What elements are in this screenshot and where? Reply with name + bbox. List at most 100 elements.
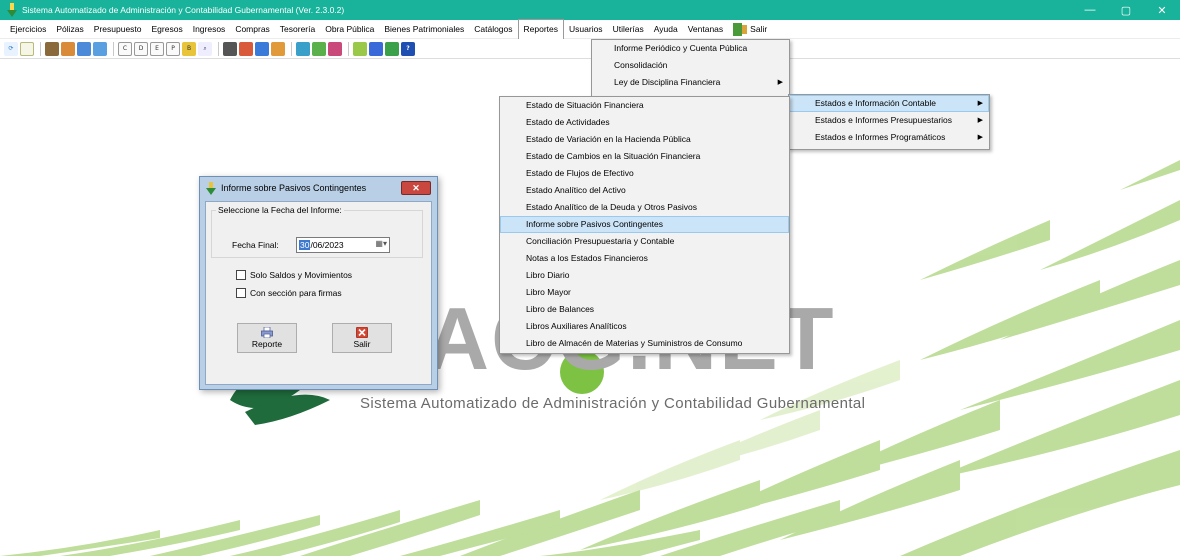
menu-presupuesto[interactable]: Presupuesto — [89, 20, 147, 39]
menu-item-label: Estado Analítico de la Deuda y Otros Pas… — [526, 202, 698, 212]
menu-item-notas[interactable]: Notas a los Estados Financieros — [500, 250, 789, 267]
checkbox-box[interactable] — [236, 288, 246, 298]
toolbar-separator — [40, 41, 41, 56]
menu-item-libro-diario[interactable]: Libro Diario — [500, 267, 789, 284]
calculator-icon[interactable] — [223, 41, 237, 56]
close-icon: ✕ — [412, 182, 420, 193]
menu-item-label: Libro Mayor — [526, 287, 571, 297]
menu-utilerias[interactable]: Utilerías — [608, 20, 649, 39]
maximize-button[interactable]: ▢ — [1108, 0, 1144, 20]
menu-item-label: Libro Diario — [526, 270, 570, 280]
menu-reportes[interactable]: Reportes — [517, 19, 565, 39]
box-icon[interactable] — [271, 41, 285, 56]
app-icon — [7, 3, 17, 17]
date-day-segment: 30 — [299, 240, 311, 250]
menu-item-ley-disciplina[interactable]: Ley de Disciplina Financiera ▶ — [592, 74, 789, 91]
save-icon[interactable] — [385, 41, 399, 56]
menu-ayuda[interactable]: Ayuda — [649, 20, 683, 39]
menu-egresos[interactable]: Egresos — [147, 20, 188, 39]
menu-item-situacion-financiera[interactable]: Estado de Situación Financiera — [500, 97, 789, 114]
calendar-dropdown-icon[interactable]: ▦▾ — [375, 239, 387, 248]
menu-catalogos[interactable]: Catálogos — [469, 20, 517, 39]
close-button[interactable]: ✕ — [1144, 0, 1180, 20]
form-b-icon[interactable]: B — [182, 41, 196, 56]
settings-icon[interactable] — [312, 41, 326, 56]
form-c-icon[interactable]: C — [118, 41, 132, 56]
search-icon[interactable]: ⌕ — [198, 41, 212, 56]
tools-icon[interactable] — [61, 41, 75, 56]
menu-item-label: Estados e Informes Programáticos — [815, 132, 946, 142]
menu-item-label: Estado de Cambios en la Situación Financ… — [526, 151, 701, 161]
menu-salir[interactable]: Salir — [728, 20, 772, 39]
menu-item-analitico-deuda[interactable]: Estado Analítico de la Deuda y Otros Pas… — [500, 199, 789, 216]
menu-item-estados-presupuestarios[interactable]: Estados e Informes Presupuestarios ▶ — [789, 112, 989, 129]
pencil-icon[interactable] — [239, 41, 253, 56]
menu-item-analitico-activo[interactable]: Estado Analítico del Activo — [500, 182, 789, 199]
help-icon[interactable]: ? — [401, 41, 415, 56]
exit-door-icon — [733, 22, 748, 36]
menu-usuarios[interactable]: Usuarios — [564, 20, 608, 39]
menu-ingresos[interactable]: Ingresos — [188, 20, 231, 39]
checkbox-saldos-label: Solo Saldos y Movimientos — [250, 270, 353, 280]
menu-tesoreria[interactable]: Tesorería — [275, 20, 320, 39]
people-icon[interactable] — [255, 41, 269, 56]
menu-item-cambios-situacion[interactable]: Estado de Cambios en la Situación Financ… — [500, 148, 789, 165]
menu-item-label: Estado de Flujos de Efectivo — [526, 168, 634, 178]
menu-item-consolidacion[interactable]: Consolidación — [592, 57, 789, 74]
menu-obra-publica[interactable]: Obra Pública — [320, 20, 379, 39]
menu-item-label: Libros Auxiliares Analíticos — [526, 321, 627, 331]
menu-item-conciliacion[interactable]: Conciliación Presupuestaria y Contable — [500, 233, 789, 250]
menu-polizas[interactable]: Pólizas — [51, 20, 88, 39]
checkbox-firmas[interactable]: Con sección para firmas — [236, 288, 342, 298]
menu-item-libro-almacen[interactable]: Libro de Almacén de Materias y Suministr… — [500, 335, 789, 352]
fecha-final-picker[interactable]: 30/06/2023 ▦▾ — [296, 237, 390, 253]
pasivos-contingentes-dialog: Informe sobre Pasivos Contingentes ✕ Sel… — [199, 176, 438, 390]
toolbar: ⟳ C D E P B ⌕ ? — [0, 39, 1180, 59]
menu-item-estados-programaticos[interactable]: Estados e Informes Programáticos ▶ — [789, 129, 989, 146]
menu-item-label: Estados e Información Contable — [815, 98, 936, 108]
menu-item-libro-mayor[interactable]: Libro Mayor — [500, 284, 789, 301]
menu-item-label: Estado de Actividades — [526, 117, 610, 127]
checkbox-saldos[interactable]: Solo Saldos y Movimientos — [236, 270, 352, 280]
date-group: Seleccione la Fecha del Informe: Fecha F… — [211, 205, 423, 258]
menu-ejercicios[interactable]: Ejercicios — [5, 20, 51, 39]
minimize-button[interactable]: — — [1072, 0, 1108, 20]
users-icon[interactable] — [328, 41, 342, 56]
form-p-icon[interactable]: P — [166, 41, 180, 56]
refresh-icon[interactable]: ⟳ — [4, 41, 18, 56]
menu-item-variacion-hacienda[interactable]: Estado de Variación en la Hacienda Públi… — [500, 131, 789, 148]
reporte-button[interactable]: Reporte — [237, 323, 297, 353]
dialog-close-button[interactable]: ✕ — [401, 181, 431, 195]
menu-item-libros-auxiliares[interactable]: Libros Auxiliares Analíticos — [500, 318, 789, 335]
menu-item-libro-balances[interactable]: Libro de Balances — [500, 301, 789, 318]
form-e-icon[interactable]: E — [150, 41, 164, 56]
menu-item-estados-contable[interactable]: Estados e Información Contable ▶ — [789, 95, 989, 112]
cart-icon[interactable] — [77, 41, 91, 56]
chevron-right-icon: ▶ — [977, 134, 983, 141]
menu-bar: Ejercicios Pólizas Presupuesto Egresos I… — [0, 19, 1180, 39]
menu-item-pasivos-contingentes[interactable]: Informe sobre Pasivos Contingentes — [500, 216, 789, 233]
contable-submenu: Estado de Situación Financiera Estado de… — [499, 96, 790, 354]
printer-icon — [261, 327, 273, 338]
reporte-button-label: Reporte — [251, 339, 283, 349]
document-icon[interactable] — [20, 41, 34, 56]
chart-icon[interactable] — [93, 41, 107, 56]
salir-button[interactable]: Salir — [332, 323, 392, 353]
report-icon[interactable] — [296, 41, 310, 56]
form-d-icon[interactable]: D — [134, 41, 148, 56]
chevron-right-icon: ▶ — [777, 79, 783, 86]
menu-compras[interactable]: Compras — [230, 20, 274, 39]
menu-item-informe-periodico[interactable]: Informe Periódico y Cuenta Pública — [592, 40, 789, 57]
menu-item-flujos-efectivo[interactable]: Estado de Flujos de Efectivo — [500, 165, 789, 182]
checkbox-box[interactable] — [236, 270, 246, 280]
date-rest-segment: /06/2023 — [310, 240, 344, 250]
network-icon[interactable] — [369, 41, 383, 56]
truck-icon[interactable] — [45, 41, 59, 56]
menu-ventanas[interactable]: Ventanas — [683, 20, 728, 39]
tree-icon[interactable] — [353, 41, 367, 56]
app-icon — [206, 181, 216, 195]
menu-bienes-patrimoniales[interactable]: Bienes Patrimoniales — [379, 20, 469, 39]
menu-item-actividades[interactable]: Estado de Actividades — [500, 114, 789, 131]
menu-item-label: Ley de Disciplina Financiera — [614, 77, 721, 87]
toolbar-separator — [218, 41, 219, 56]
